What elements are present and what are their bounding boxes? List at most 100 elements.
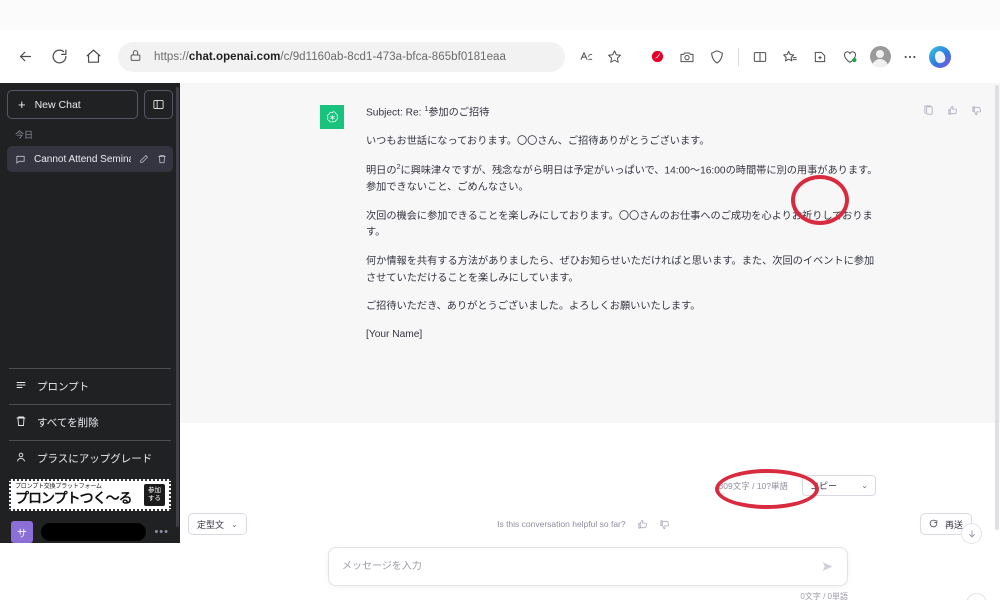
message-composer[interactable] bbox=[328, 547, 848, 586]
address-bar-url: https://chat.openai.com/c/9d1160ab-8cd1-… bbox=[154, 50, 506, 63]
address-bar[interactable]: https://chat.openai.com/c/9d1160ab-8cd1-… bbox=[118, 41, 565, 72]
assistant-message-body: Subject: Re: 1参加のご招待 いつもお世話になっております。〇〇さん… bbox=[366, 104, 880, 344]
sidebar-item-prompts[interactable]: プロンプト bbox=[7, 373, 173, 400]
scroll-to-bottom-button[interactable] bbox=[961, 523, 982, 544]
page-content: + New Chat 今日 Cannot Attend Seminar プロンプ… bbox=[0, 83, 1000, 600]
thumbs-up-icon[interactable] bbox=[947, 105, 958, 116]
chevron-down-icon: ⌄ bbox=[231, 519, 238, 529]
message-paragraph-1: いつもお世話になっております。〇〇さん、ご招待ありがとうございます。 bbox=[366, 135, 710, 147]
browser-extension-icons bbox=[643, 43, 954, 71]
page-scrollbar[interactable] bbox=[995, 85, 999, 530]
sidebar-top: + New Chat bbox=[7, 90, 173, 119]
template-dropdown-label: 定型文 bbox=[197, 519, 225, 530]
lock-icon bbox=[129, 49, 145, 65]
thumbs-up-icon[interactable] bbox=[637, 519, 648, 530]
assistant-message: Subject: Re: 1参加のご招待 いつもお世話になっております。〇〇さん… bbox=[320, 104, 880, 344]
character-count: 309文字 / 10?単語 bbox=[718, 480, 788, 491]
read-aloud-icon[interactable] bbox=[573, 44, 599, 70]
copy-icon[interactable] bbox=[923, 105, 934, 116]
conversation-toolbar: 定型文 ⌄ Is this conversation helpful so fa… bbox=[180, 511, 1000, 537]
copy-dropdown[interactable]: コピー ⌄ bbox=[802, 475, 876, 496]
chat-bubble-icon bbox=[15, 154, 26, 165]
sidebar-divider-bottom bbox=[9, 439, 171, 441]
trash-icon bbox=[15, 415, 27, 430]
shopping-icon[interactable] bbox=[836, 43, 864, 71]
sidebar-item-label: プロンプト bbox=[37, 380, 90, 393]
promo-title: プロンプトつく〜る bbox=[15, 489, 133, 506]
help-button[interactable]: ? bbox=[966, 593, 987, 600]
message-paragraph-4: 何か情報を共有する方法がありましたら、ぜひお知らせいただければと思います。また、… bbox=[366, 255, 875, 284]
message-paragraph-3: 次回の機会に参加できることを楽しみにしております。〇〇さんのお仕事へのご成功を心… bbox=[366, 210, 873, 239]
template-dropdown[interactable]: 定型文 ⌄ bbox=[188, 513, 247, 535]
collections-icon[interactable] bbox=[806, 43, 834, 71]
address-bar-actions bbox=[573, 44, 627, 70]
message-input[interactable] bbox=[342, 561, 821, 572]
user-menu-dots-icon[interactable]: ••• bbox=[154, 526, 169, 538]
chevron-down-icon: ⌄ bbox=[861, 481, 868, 490]
star-icon[interactable] bbox=[601, 44, 627, 70]
browser-tabstrip bbox=[0, 0, 1000, 30]
message-paragraph-2: 明日の2に興味津々ですが、残念ながら明日は予定がいっぱいで、14:00〜16:0… bbox=[366, 164, 878, 194]
settings-more-icon[interactable] bbox=[896, 43, 924, 71]
plus-icon: + bbox=[18, 97, 26, 112]
copilot-icon[interactable] bbox=[926, 43, 954, 71]
sidebar-item-delete-all[interactable]: すべてを削除 bbox=[7, 409, 173, 436]
sidebar-divider-mid bbox=[9, 403, 171, 405]
favorites-icon[interactable] bbox=[776, 43, 804, 71]
pencil-icon[interactable] bbox=[139, 154, 149, 164]
new-chat-button[interactable]: + New Chat bbox=[7, 90, 138, 119]
app-root: https://chat.openai.com/c/9d1160ab-8cd1-… bbox=[0, 0, 1000, 600]
thumbs-down-icon[interactable] bbox=[659, 519, 670, 530]
sidebar-item-label: すべてを削除 bbox=[37, 416, 99, 429]
promo-join-line1: 参加 bbox=[148, 486, 161, 494]
message-paragraph-5: ご招待いただき、ありがとうございました。よろしくお願いいたします。 bbox=[366, 300, 701, 312]
conversation-pane: Subject: Re: 1参加のご招待 いつもお世話になっております。〇〇さん… bbox=[180, 83, 1000, 600]
sidebar-section-today: 今日 bbox=[15, 130, 34, 140]
avatar: サ bbox=[11, 521, 33, 543]
new-chat-label: New Chat bbox=[34, 98, 81, 111]
sidebar-user-row[interactable]: サ ••• bbox=[7, 517, 173, 543]
composer-character-count: 0文字 / 0単語 bbox=[800, 592, 848, 600]
copy-dropdown-label: コピー bbox=[810, 481, 838, 491]
helpful-question: Is this conversation helpful so far? bbox=[497, 519, 626, 529]
screenshot-camera-icon[interactable] bbox=[673, 43, 701, 71]
helpful-feedback: Is this conversation helpful so far? bbox=[247, 519, 920, 530]
sidebar-toggle-icon[interactable] bbox=[144, 90, 173, 119]
sidebar-item-cannot-attend-seminar[interactable]: Cannot Attend Seminar bbox=[7, 146, 173, 172]
sidebar-item-label: プラスにアップグレード bbox=[37, 452, 153, 465]
user-name-redacted bbox=[41, 523, 147, 541]
promo-text: プロンプト交換プラットフォーム プロンプトつく〜る bbox=[15, 484, 140, 505]
browser-toolbar: https://chat.openai.com/c/9d1160ab-8cd1-… bbox=[0, 30, 1000, 83]
sidebar: + New Chat 今日 Cannot Attend Seminar プロンプ… bbox=[0, 83, 180, 543]
message-subject-line: Subject: Re: 1参加のご招待 bbox=[366, 106, 490, 119]
send-arrow-icon[interactable] bbox=[821, 560, 834, 573]
browser-essentials-icon[interactable] bbox=[703, 43, 731, 71]
chatgpt-logo-icon bbox=[320, 105, 344, 129]
back-arrow-icon[interactable] bbox=[10, 42, 40, 72]
sidebar-scrollbar[interactable] bbox=[176, 87, 179, 527]
trash-icon[interactable] bbox=[157, 154, 167, 164]
profile-avatar-icon[interactable] bbox=[866, 43, 894, 71]
message-action-buttons bbox=[923, 105, 982, 116]
split-screen-icon[interactable] bbox=[746, 43, 774, 71]
sidebar-divider-top bbox=[9, 367, 171, 369]
sidebar-chat-title: Cannot Attend Seminar bbox=[34, 153, 131, 165]
promo-banner[interactable]: プロンプト交換プラットフォーム プロンプトつく〜る 参加 する bbox=[9, 478, 171, 511]
browser-chrome: https://chat.openai.com/c/9d1160ab-8cd1-… bbox=[0, 0, 1000, 83]
promo-join-line2: する bbox=[148, 494, 161, 502]
resend-label: 再送 bbox=[944, 519, 963, 530]
message-signature: [Your Name] bbox=[366, 329, 423, 341]
refresh-icon bbox=[929, 519, 938, 530]
promo-join-button[interactable]: 参加 する bbox=[144, 483, 165, 506]
list-lines-icon bbox=[15, 379, 27, 394]
navigation-buttons bbox=[10, 42, 108, 72]
thumbs-down-icon[interactable] bbox=[971, 105, 982, 116]
toolbar-divider bbox=[738, 47, 739, 66]
person-icon bbox=[15, 451, 27, 466]
home-icon[interactable] bbox=[78, 42, 108, 72]
message-meta-row: 309文字 / 10?単語 コピー ⌄ bbox=[180, 475, 1000, 496]
opera-red-icon[interactable] bbox=[643, 43, 671, 71]
reload-icon[interactable] bbox=[44, 42, 74, 72]
sidebar-item-upgrade-to-plus[interactable]: プラスにアップグレード bbox=[7, 445, 173, 472]
